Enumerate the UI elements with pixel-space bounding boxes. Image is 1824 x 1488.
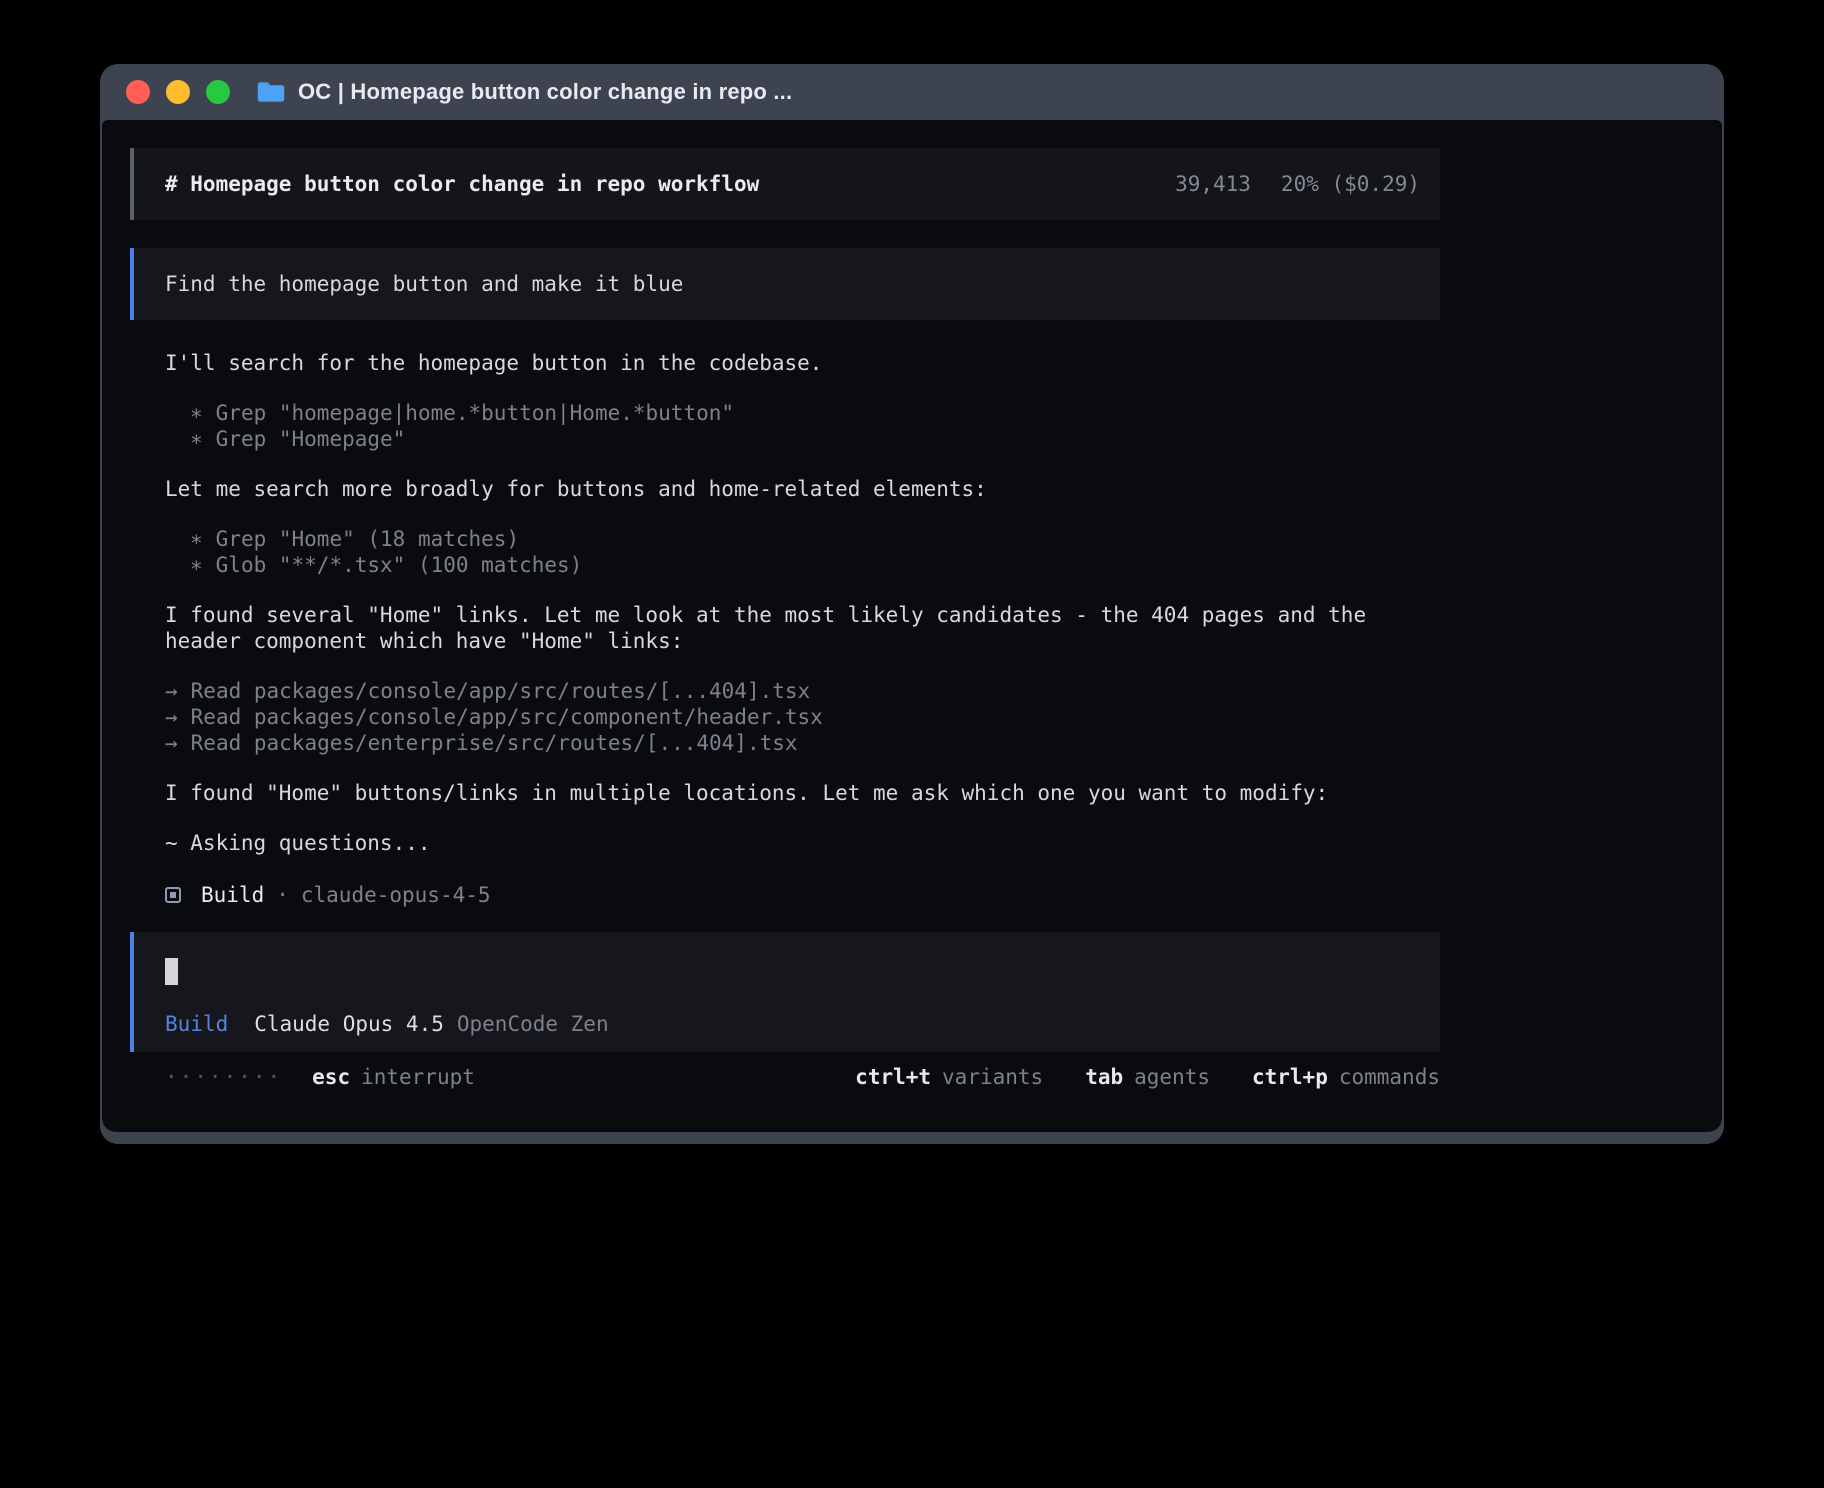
tool-call-text: Glob "**/*.tsx" (100 matches) xyxy=(216,553,583,577)
hint-label: agents xyxy=(1134,1064,1210,1090)
read-tool-line: → Read packages/console/app/src/routes/[.… xyxy=(130,678,1440,704)
tool-call-line: ∗ Glob "**/*.tsx" (100 matches) xyxy=(130,552,1440,578)
text-cursor xyxy=(165,958,178,985)
user-message-text: Find the homepage button and make it blu… xyxy=(165,272,683,296)
read-tool-text: Read packages/enterprise/src/routes/[...… xyxy=(191,731,798,755)
terminal-screen: # Homepage button color change in repo w… xyxy=(102,120,1722,1132)
traffic-lights xyxy=(126,80,230,104)
tool-call-line: ∗ Grep "homepage|home.*button|Home.*butto… xyxy=(130,400,1440,426)
read-tool-group: → Read packages/console/app/src/routes/[.… xyxy=(130,678,1440,756)
tool-call-group: ∗ Grep "Home" (18 matches) ∗ Glob "**/*.ts… xyxy=(130,526,1440,578)
minimize-button[interactable] xyxy=(166,80,190,104)
status-right: ctrl+t variants tab agents ctrl+p comman… xyxy=(813,1064,1440,1090)
status-bar: ········ esc interrupt ctrl+t variants t… xyxy=(130,1064,1440,1090)
hint-agents: tab agents xyxy=(1085,1064,1210,1090)
input-model: Claude Opus 4.5 xyxy=(254,1011,444,1037)
square-dot-icon xyxy=(165,887,181,903)
input-mode: Build xyxy=(165,1011,228,1037)
hint-key: esc xyxy=(312,1064,350,1090)
input-meta: Build Claude Opus 4.5 OpenCode Zen xyxy=(165,1011,1409,1037)
tool-call-text: Grep "Home" (18 matches) xyxy=(216,527,519,551)
session-title: # Homepage button color change in repo w… xyxy=(165,171,759,197)
assistant-paragraph: Let me search more broadly for buttons a… xyxy=(130,476,1440,502)
hint-label: commands xyxy=(1339,1064,1440,1090)
prompt-input[interactable]: Build Claude Opus 4.5 OpenCode Zen xyxy=(130,932,1440,1052)
zoom-button[interactable] xyxy=(206,80,230,104)
read-tool-line: → Read packages/enterprise/src/routes/[..… xyxy=(130,730,1440,756)
hint-commands: ctrl+p commands xyxy=(1252,1064,1440,1090)
hint-label: variants xyxy=(942,1064,1043,1090)
assistant-paragraph: I'll search for the homepage button in t… xyxy=(130,350,1440,376)
folder-icon xyxy=(256,80,286,104)
tool-call-line: ∗ Grep "Home" (18 matches) xyxy=(130,526,1440,552)
separator-dot: · xyxy=(276,882,289,908)
hint-label: interrupt xyxy=(361,1064,475,1090)
arrow-right-icon: → xyxy=(165,731,178,755)
asterisk-icon: ∗ xyxy=(190,401,203,425)
spinner-dots-icon: ········ xyxy=(165,1064,282,1090)
assistant-paragraph: I found several "Home" links. Let me loo… xyxy=(130,602,1440,654)
read-tool-text: Read packages/console/app/src/component/… xyxy=(191,705,823,729)
window-title: OC | Homepage button color change in rep… xyxy=(298,79,792,105)
session-header: # Homepage button color change in repo w… xyxy=(130,148,1440,220)
close-button[interactable] xyxy=(126,80,150,104)
arrow-right-icon: → xyxy=(165,705,178,729)
user-message: Find the homepage button and make it blu… xyxy=(130,248,1440,320)
agent-name: Build xyxy=(201,882,264,908)
asterisk-icon: ∗ xyxy=(190,527,203,551)
hint-key: ctrl+t xyxy=(855,1064,931,1090)
token-count: 39,413 xyxy=(1175,172,1251,196)
hint-key: ctrl+p xyxy=(1252,1064,1328,1090)
terminal-window: OC | Homepage button color change in rep… xyxy=(100,64,1724,1144)
session-content: # Homepage button color change in repo w… xyxy=(130,120,1440,1090)
tool-call-line: ∗ Grep "Homepage" xyxy=(130,426,1440,452)
tool-call-text: Grep "homepage|home.*button|Home.*button… xyxy=(216,401,734,425)
context-usage: 20% ($0.29) xyxy=(1281,172,1420,196)
input-provider: OpenCode Zen xyxy=(457,1011,609,1037)
hint-variants: ctrl+t variants xyxy=(855,1064,1043,1090)
asterisk-icon: ∗ xyxy=(190,553,203,577)
tool-call-text: Grep "Homepage" xyxy=(216,427,406,451)
agent-row: Build · claude-opus-4-5 xyxy=(130,882,1440,908)
asterisk-icon: ∗ xyxy=(190,427,203,451)
read-tool-line: → Read packages/console/app/src/component… xyxy=(130,704,1440,730)
working-status: ~ Asking questions... xyxy=(130,830,1440,856)
arrow-right-icon: → xyxy=(165,679,178,703)
tool-call-group: ∗ Grep "homepage|home.*button|Home.*butto… xyxy=(130,400,1440,452)
status-left: ········ esc interrupt xyxy=(165,1064,475,1090)
session-stats: 39,413 20% ($0.29) xyxy=(1175,171,1420,197)
assistant-paragraph: I found "Home" buttons/links in multiple… xyxy=(130,780,1440,806)
hint-key: tab xyxy=(1085,1064,1123,1090)
read-tool-text: Read packages/console/app/src/routes/[..… xyxy=(191,679,811,703)
agent-model: claude-opus-4-5 xyxy=(301,882,491,908)
hint-interrupt: esc interrupt xyxy=(312,1064,475,1090)
titlebar: OC | Homepage button color change in rep… xyxy=(102,64,1722,120)
